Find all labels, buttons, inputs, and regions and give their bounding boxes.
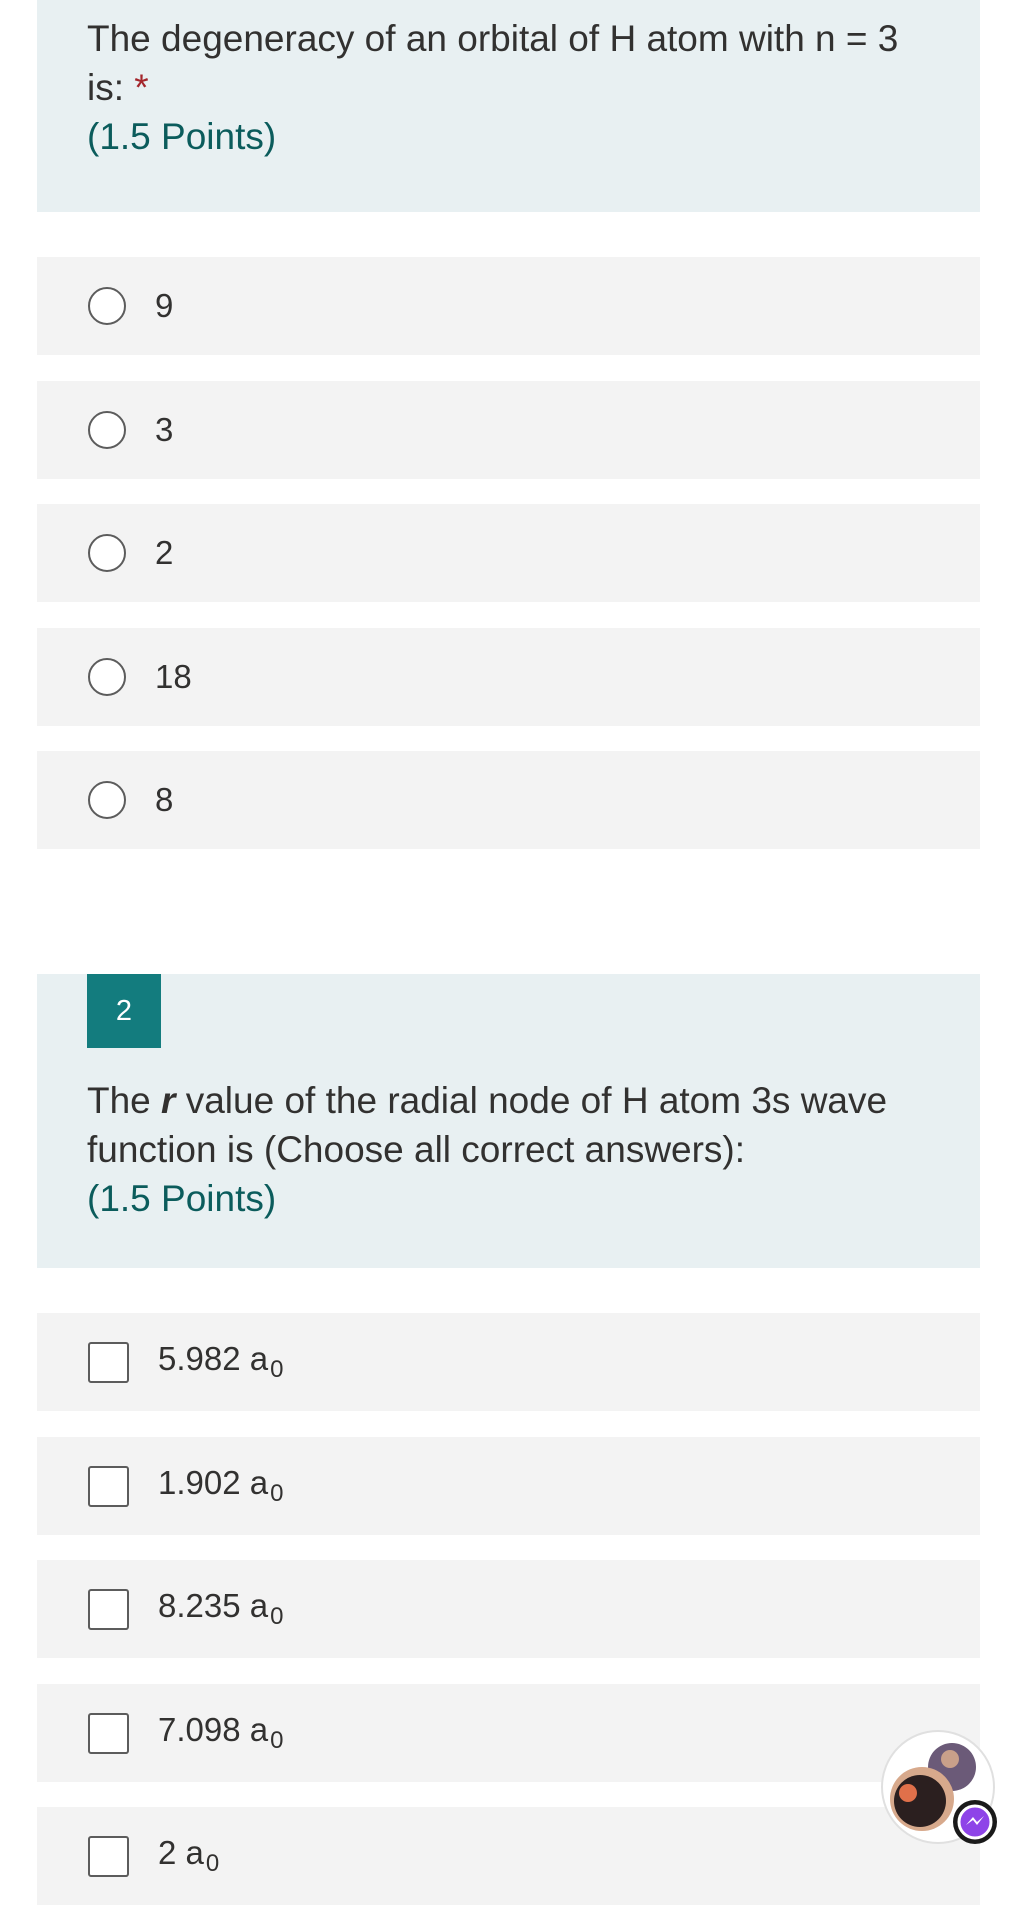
option-value: 7.098 a	[158, 1711, 269, 1748]
question-2-title-pre: The	[87, 1080, 162, 1121]
option-value: 1.902 a	[158, 1464, 269, 1501]
q2-option-1[interactable]: 5.982 a0	[37, 1313, 980, 1411]
option-value: 8.235 a	[158, 1587, 269, 1624]
radio-button-icon[interactable]	[88, 534, 126, 572]
radio-button-icon[interactable]	[88, 411, 126, 449]
option-label: 5.982 a0	[158, 1340, 283, 1384]
unit-subscript: 0	[270, 1603, 284, 1630]
checkbox-icon[interactable]	[88, 1341, 129, 1383]
question-1-title-text: The degeneracy of an orbital of H atom w…	[87, 18, 899, 108]
option-value: 2 a	[158, 1834, 204, 1871]
option-label: 18	[155, 658, 192, 695]
messenger-chat-head-icon[interactable]	[880, 1729, 1000, 1849]
required-marker: *	[134, 67, 149, 108]
option-label: 9	[155, 287, 174, 324]
chat-head-graphic	[881, 1730, 997, 1844]
checkbox-icon[interactable]	[88, 1835, 129, 1877]
q2-option-5[interactable]: 2 a0	[37, 1807, 980, 1905]
question-1-points: (1.5 Points)	[87, 116, 277, 157]
q1-option-18[interactable]: 18	[37, 628, 980, 726]
q2-option-3[interactable]: 8.235 a0	[37, 1560, 980, 1658]
question-2-title-variable: r	[161, 1080, 176, 1121]
unit-subscript: 0	[270, 1727, 284, 1754]
option-label: 8	[155, 781, 174, 818]
question-2-title: The r value of the radial node of H atom…	[87, 1076, 940, 1174]
option-label: 8.235 a0	[158, 1587, 283, 1631]
unit-subscript: 0	[270, 1480, 284, 1507]
question-number-badge: 2	[87, 974, 161, 1048]
checkbox-icon[interactable]	[88, 1712, 129, 1754]
option-value: 5.982 a	[158, 1340, 269, 1377]
option-label: 7.098 a0	[158, 1711, 283, 1755]
q2-option-4[interactable]: 7.098 a0	[37, 1684, 980, 1782]
unit-subscript: 0	[205, 1850, 220, 1877]
question-2-points: (1.5 Points)	[87, 1178, 277, 1219]
q1-option-2[interactable]: 2	[37, 504, 980, 602]
question-2-title-post: value of the radial node of H atom 3s wa…	[87, 1080, 888, 1170]
q1-option-9[interactable]: 9	[37, 257, 980, 355]
radio-button-icon[interactable]	[88, 781, 126, 819]
option-label: 1.902 a0	[158, 1464, 283, 1508]
question-2-header: 2 The r value of the radial node of H at…	[37, 974, 980, 1268]
radio-button-icon[interactable]	[88, 287, 126, 325]
checkbox-icon[interactable]	[88, 1465, 129, 1507]
question-1-header: The degeneracy of an orbital of H atom w…	[37, 0, 980, 212]
question-1-title: The degeneracy of an orbital of H atom w…	[87, 14, 940, 112]
checkbox-icon[interactable]	[88, 1588, 129, 1630]
unit-subscript: 0	[270, 1356, 284, 1383]
q1-option-3[interactable]: 3	[37, 381, 980, 479]
option-label: 3	[155, 411, 174, 448]
option-label: 2 a0	[158, 1834, 219, 1878]
q1-option-8[interactable]: 8	[37, 751, 980, 849]
q2-option-2[interactable]: 1.902 a0	[37, 1437, 980, 1535]
radio-button-icon[interactable]	[88, 658, 126, 696]
option-label: 2	[155, 534, 174, 571]
